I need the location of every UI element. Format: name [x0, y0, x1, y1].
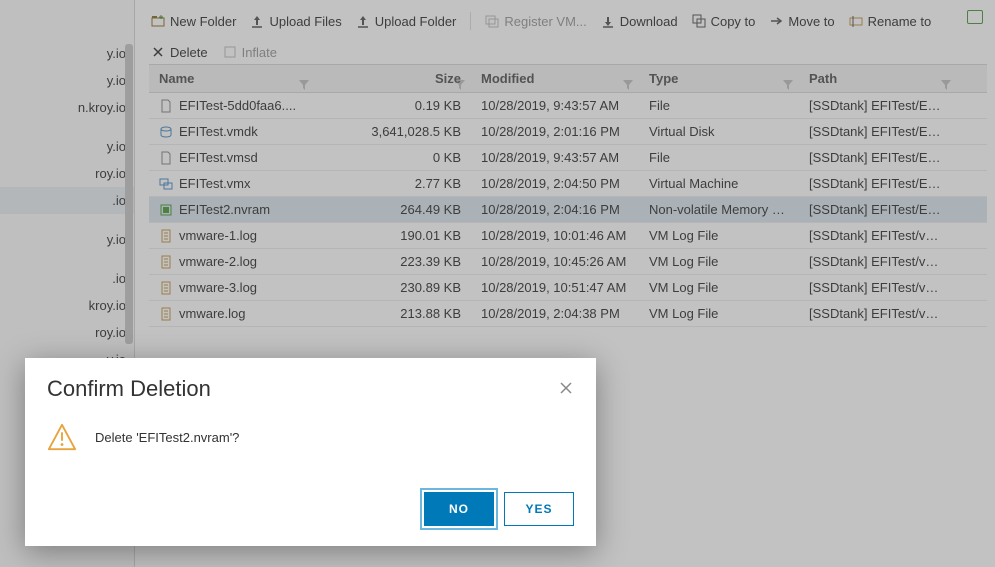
no-button-label: NO [449, 502, 469, 516]
yes-button-label: YES [525, 502, 552, 516]
close-button[interactable] [558, 380, 574, 399]
dialog-title: Confirm Deletion [47, 376, 558, 402]
no-button[interactable]: NO [424, 492, 494, 526]
close-icon [558, 380, 574, 396]
yes-button[interactable]: YES [504, 492, 574, 526]
warning-icon [47, 422, 77, 452]
confirm-deletion-dialog: Confirm Deletion Delete 'EFITest2.nvram'… [25, 358, 596, 546]
dialog-message: Delete 'EFITest2.nvram'? [95, 430, 239, 445]
